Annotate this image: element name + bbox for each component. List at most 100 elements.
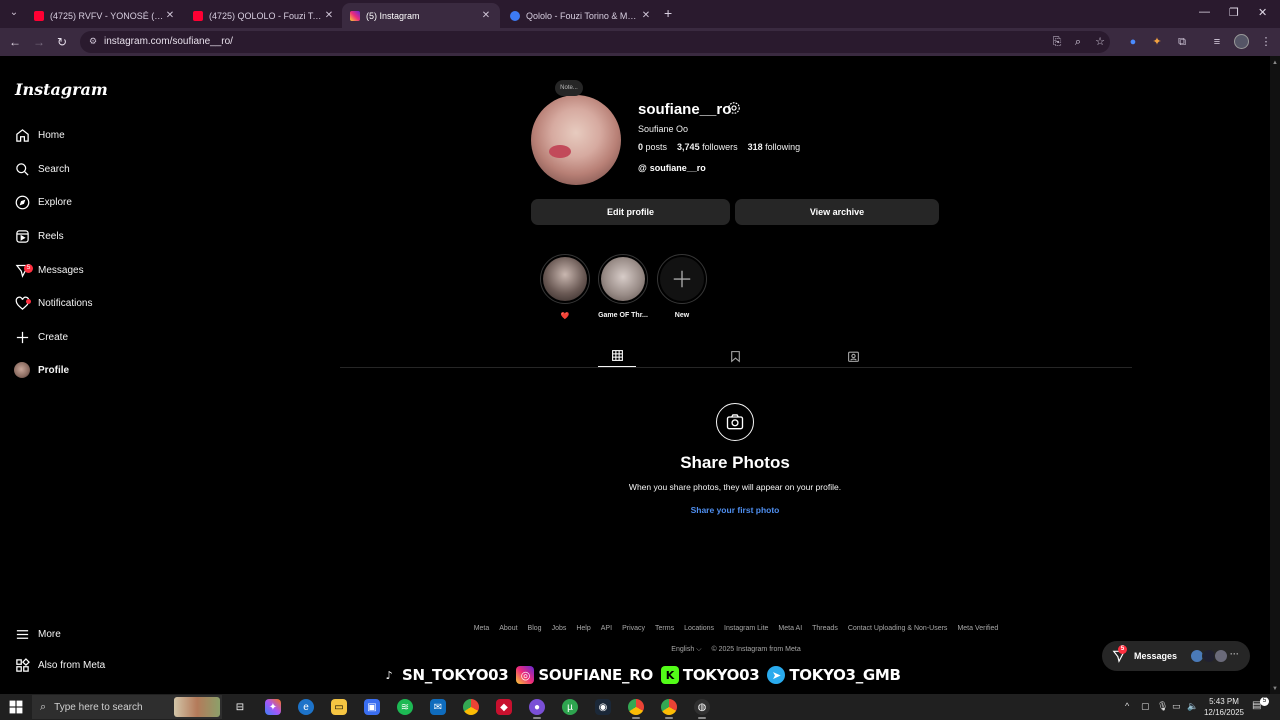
minimize-icon[interactable]: — bbox=[1199, 6, 1210, 18]
page-scrollbar[interactable]: ▲ ▼ bbox=[1270, 56, 1280, 694]
browser-tab-active[interactable]: (5) Instagram ✕ bbox=[342, 3, 500, 28]
reload-icon[interactable]: ↻ bbox=[54, 34, 70, 50]
close-window-icon[interactable]: ✕ bbox=[1258, 6, 1267, 19]
tab-saved[interactable] bbox=[716, 345, 754, 367]
site-info-icon[interactable]: ⚙ bbox=[89, 36, 99, 46]
notification-center-icon[interactable]: ▤ 5 bbox=[1252, 697, 1269, 714]
extension-icon[interactable]: ● bbox=[1126, 35, 1140, 49]
story-highlight[interactable]: ❤️ bbox=[540, 254, 590, 320]
instagram-logo[interactable]: Instagram bbox=[15, 80, 108, 99]
sidebar-item-explore[interactable]: Explore bbox=[14, 190, 194, 214]
tray-overflow-icon[interactable]: ^ bbox=[1125, 701, 1129, 711]
store-icon[interactable]: ▣ bbox=[364, 699, 380, 715]
footer-link[interactable]: Blog bbox=[528, 625, 542, 632]
install-app-icon[interactable]: ⎘ bbox=[1050, 35, 1064, 49]
browser-tab[interactable]: Qololo - Fouzi Torino & Mc Art ✕ bbox=[502, 3, 660, 28]
sidebar-item-search[interactable]: Search bbox=[14, 157, 194, 181]
extensions-puzzle-icon[interactable]: ⧉ bbox=[1175, 35, 1189, 49]
chrome-icon[interactable] bbox=[661, 699, 677, 719]
following-stat[interactable]: 318 following bbox=[748, 142, 801, 152]
footer-link[interactable]: About bbox=[499, 625, 517, 632]
highlight-label: ❤️ bbox=[560, 313, 570, 320]
edit-profile-button[interactable]: Edit profile bbox=[531, 199, 730, 225]
address-bar[interactable]: ⚙ instagram.com/soufiane__ro/ bbox=[80, 31, 1110, 53]
tab-tagged[interactable] bbox=[834, 345, 872, 367]
footer-link[interactable]: Jobs bbox=[552, 625, 567, 632]
zoom-icon[interactable]: ⌕ bbox=[1071, 35, 1085, 49]
taskbar-search[interactable]: ⌕ Type here to search bbox=[32, 695, 222, 719]
chrome-profile-icon[interactable]: ● bbox=[529, 699, 545, 719]
footer-link[interactable]: Meta bbox=[474, 625, 490, 632]
footer-link[interactable]: Terms bbox=[655, 625, 674, 632]
language-selector[interactable]: English ⌵ bbox=[671, 646, 701, 654]
bookmark-star-icon[interactable]: ☆ bbox=[1093, 35, 1107, 49]
tab-search-button[interactable]: ⌄ bbox=[6, 5, 22, 21]
new-tab-button[interactable]: + bbox=[664, 5, 672, 21]
share-first-photo-link[interactable]: Share your first photo bbox=[560, 505, 910, 515]
new-highlight-button[interactable]: New bbox=[657, 254, 707, 319]
network-icon[interactable]: ▭ bbox=[1172, 701, 1181, 712]
sidebar-item-profile[interactable]: Profile bbox=[14, 358, 194, 382]
browser-menu-icon[interactable]: ⋮ bbox=[1259, 35, 1273, 49]
tab-close-icon[interactable]: ✕ bbox=[164, 10, 176, 21]
windows-start-icon[interactable] bbox=[9, 700, 23, 714]
posts-stat: 0 posts bbox=[638, 142, 668, 152]
footer-link[interactable]: Privacy bbox=[622, 625, 645, 632]
browser-toolbar: ← → ↻ ⚙ instagram.com/soufiane__ro/ ⎘ ⌕ … bbox=[0, 28, 1280, 56]
sidebar-item-also-from-meta[interactable]: Also from Meta bbox=[14, 653, 194, 677]
footer-link[interactable]: Help bbox=[576, 625, 590, 632]
sidebar-item-notifications[interactable]: Notifications bbox=[14, 291, 194, 315]
copilot-icon[interactable]: ✦ bbox=[265, 699, 281, 715]
task-view-icon[interactable]: ⊟ bbox=[232, 699, 248, 715]
back-icon[interactable]: ← bbox=[7, 34, 23, 50]
browser-tab-bar: ⌄ (4725) RVFV - YONOSÉ (Prod.b ✕ (4725) … bbox=[0, 0, 1280, 28]
sidebar-item-home[interactable]: Home bbox=[14, 123, 194, 147]
footer-link[interactable]: Meta Verified bbox=[957, 625, 998, 632]
tray-app-icon[interactable]: ▢ bbox=[1141, 701, 1150, 712]
followers-stat[interactable]: 3,745 followers bbox=[677, 142, 738, 152]
messages-pill[interactable]: 5 Messages ··· bbox=[1102, 641, 1250, 671]
restore-icon[interactable]: ❐ bbox=[1229, 6, 1239, 19]
forward-icon[interactable]: → bbox=[31, 34, 47, 50]
chrome-icon[interactable] bbox=[628, 699, 644, 719]
spotify-icon[interactable]: ≋ bbox=[397, 699, 413, 715]
obs-icon[interactable]: ◍ bbox=[694, 699, 710, 719]
browser-tab[interactable]: (4725) QOLOLO - Fouzi Torino ✕ bbox=[185, 3, 343, 28]
tab-close-icon[interactable]: ✕ bbox=[480, 10, 492, 21]
media-control-icon[interactable]: ≡ bbox=[1210, 35, 1224, 49]
profile-avatar[interactable] bbox=[531, 95, 621, 185]
file-explorer-icon[interactable]: ▭ bbox=[331, 699, 347, 715]
edge-icon[interactable]: e bbox=[298, 699, 314, 715]
footer-link[interactable]: Contact Uploading & Non-Users bbox=[848, 625, 948, 632]
browser-tab[interactable]: (4725) RVFV - YONOSÉ (Prod.b ✕ bbox=[26, 3, 184, 28]
sidebar-item-messages[interactable]: 5 Messages bbox=[14, 258, 194, 282]
taskbar-clock[interactable]: 5:43 PM 12/16/2025 bbox=[1200, 696, 1248, 718]
settings-gear-icon[interactable] bbox=[727, 101, 741, 115]
steam-icon[interactable]: ◉ bbox=[595, 699, 611, 715]
footer-link[interactable]: Meta AI bbox=[778, 625, 802, 632]
sidebar-item-create[interactable]: Create bbox=[14, 325, 194, 349]
chrome-icon[interactable] bbox=[463, 699, 479, 715]
story-highlight[interactable]: Game OF Thr... bbox=[598, 254, 648, 319]
view-archive-button[interactable]: View archive bbox=[735, 199, 939, 225]
game-launcher-icon[interactable]: ◆ bbox=[496, 699, 512, 715]
scroll-up-icon[interactable]: ▲ bbox=[1272, 60, 1278, 66]
volume-icon[interactable]: 🔈 bbox=[1187, 701, 1198, 712]
utorrent-icon[interactable]: µ bbox=[562, 699, 578, 715]
note-bubble[interactable]: Note... bbox=[555, 80, 583, 96]
footer-link[interactable]: API bbox=[601, 625, 612, 632]
footer-link[interactable]: Instagram Lite bbox=[724, 625, 768, 632]
tab-close-icon[interactable]: ✕ bbox=[323, 10, 335, 21]
sidebar-item-more[interactable]: More bbox=[14, 622, 194, 646]
sidebar-item-reels[interactable]: Reels bbox=[14, 224, 194, 248]
mail-icon[interactable]: ✉ bbox=[430, 699, 446, 715]
footer-link[interactable]: Locations bbox=[684, 625, 714, 632]
tab-close-icon[interactable]: ✕ bbox=[640, 10, 652, 21]
extension-icon[interactable]: ✦ bbox=[1150, 35, 1164, 49]
microphone-icon[interactable]: 🎙 bbox=[1157, 701, 1168, 712]
threads-link[interactable]: @ soufiane__ro bbox=[638, 163, 706, 173]
browser-profile-avatar[interactable] bbox=[1234, 34, 1249, 49]
footer-link[interactable]: Threads bbox=[812, 625, 838, 632]
scroll-down-icon[interactable]: ▼ bbox=[1272, 686, 1278, 692]
tab-posts[interactable] bbox=[598, 345, 636, 367]
